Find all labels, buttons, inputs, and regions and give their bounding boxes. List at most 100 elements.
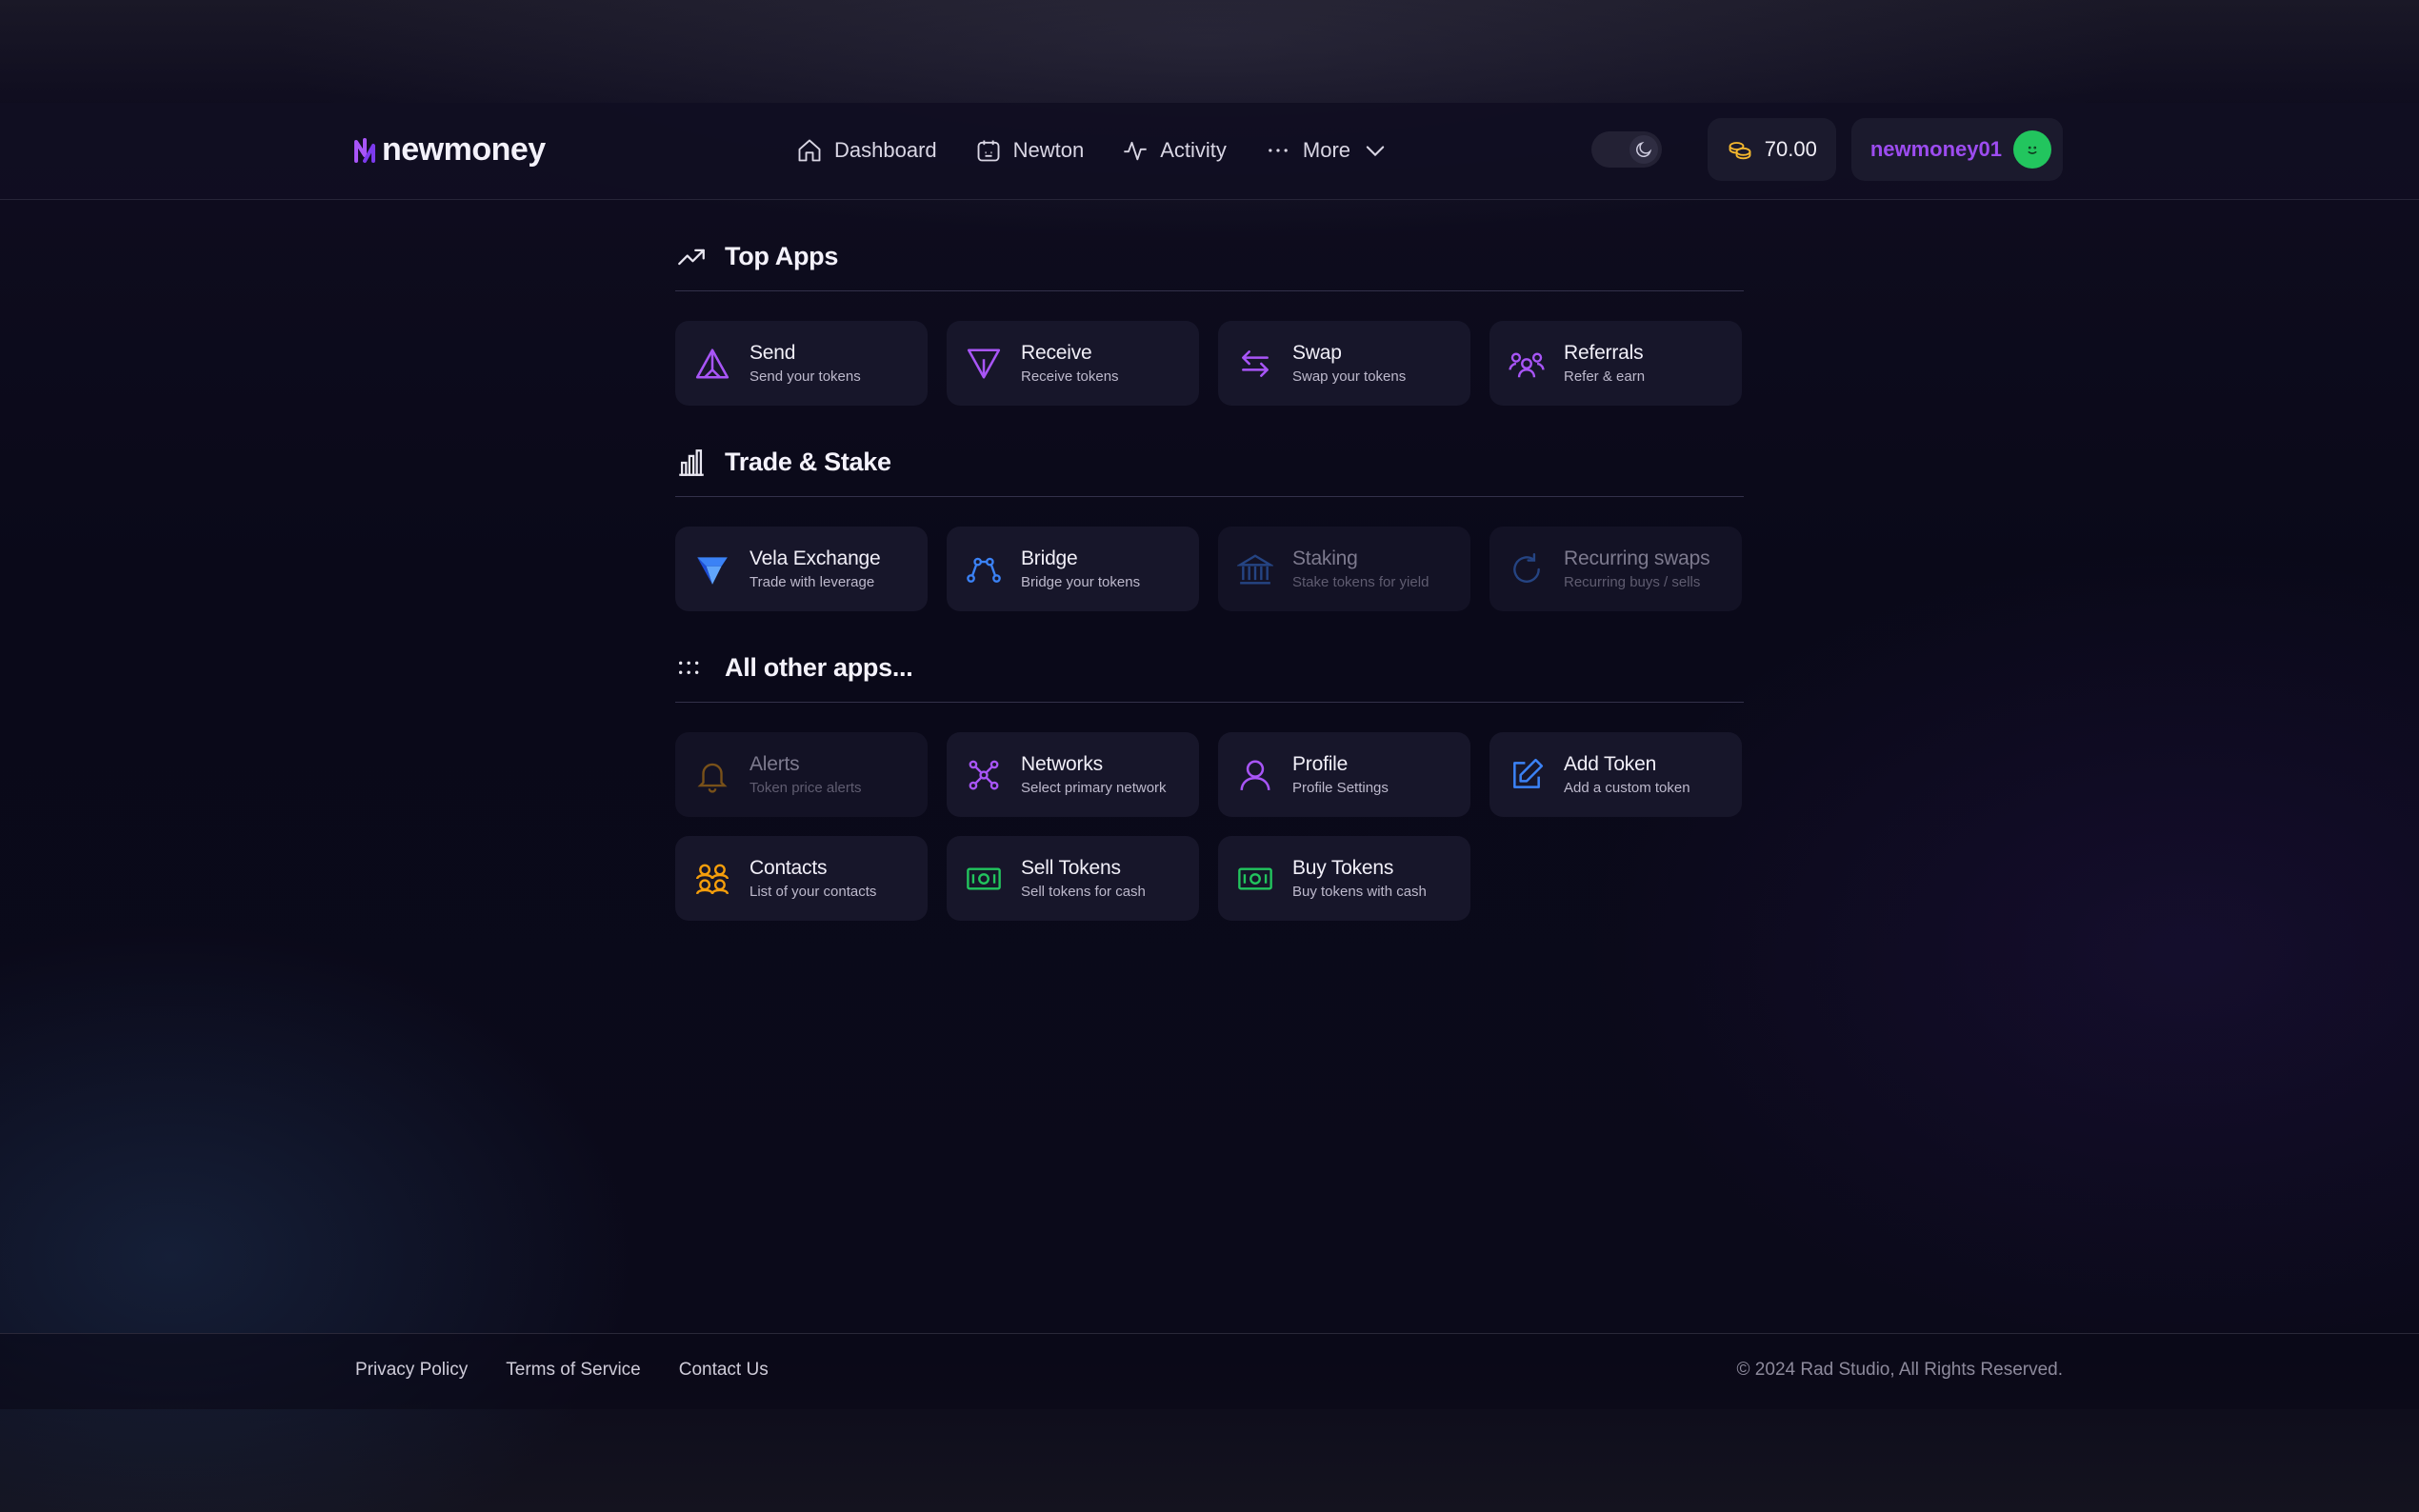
app-name: Buy Tokens [1292,857,1394,879]
app-desc: Trade with leverage [750,574,875,590]
swap-icon [1242,349,1269,377]
theme-toggle-knob [1629,135,1658,164]
app-card-add-token[interactable]: Add Token Add a custom token [1489,732,1742,817]
avatar [2013,130,2051,169]
app-card-profile[interactable]: Profile Profile Settings [1218,732,1470,817]
app-desc: Refer & earn [1564,368,1646,385]
app-name: Referrals [1564,342,1644,364]
app-desc: Swap your tokens [1292,368,1407,385]
app-card-recurring-swaps[interactable]: Recurring swaps Recurring buys / sells [1489,527,1742,611]
app-name: Bridge [1021,547,1078,569]
dots-icon [1269,149,1288,152]
bridge-icon [967,557,1001,583]
nav-dashboard-label: Dashboard [834,138,937,162]
vela-logo-icon [697,556,728,585]
contact-us-link[interactable]: Contact Us [679,1360,769,1381]
app-card-receive[interactable]: Receive Receive tokens [947,321,1199,406]
main-nav: Dashboard Newton Activity More [796,131,1427,169]
app-card-vela-exchange[interactable]: Vela Exchange Trade with leverage [675,527,928,611]
bank-icon [1237,553,1273,584]
nav-newton[interactable]: Newton [975,137,1084,164]
app-card-referrals[interactable]: Referrals Refer & earn [1489,321,1742,406]
section-header: All other apps... [675,611,1744,703]
chevron-down-icon [1366,146,1385,157]
section-title: All other apps... [725,653,913,682]
app-card-staking[interactable]: Staking Stake tokens for yield [1218,527,1470,611]
app-grid: Vela Exchange Trade with leverage Bridge B… [675,527,1744,611]
app-desc: Select primary network [1021,780,1167,796]
app-desc: Sell tokens for cash [1021,884,1146,900]
network-icon [969,760,999,789]
brand-name: newmoney [382,131,546,168]
top-navbar: newmoney Dashboard Newton Activity More [0,103,2419,200]
app-name: Vela Exchange [750,547,881,569]
nav-activity[interactable]: Activity [1122,137,1227,164]
balance-amount: 70.00 [1764,137,1817,161]
app-name: Recurring swaps [1564,547,1710,569]
footer-links: Privacy Policy Terms of Service Contact … [355,1360,769,1381]
app-desc: List of your contacts [750,884,877,900]
nav-right-group: 70.00 newmoney01 [1590,118,2063,181]
app-desc: Profile Settings [1292,780,1389,796]
smiley-icon [2028,146,2037,154]
privacy-policy-link[interactable]: Privacy Policy [355,1360,468,1381]
app-name: Receive [1021,342,1092,364]
nav-more[interactable]: More [1265,137,1389,164]
footer: Privacy Policy Terms of Service Contact … [0,1333,2419,1409]
app-name: Profile [1292,753,1349,775]
app-desc: Receive tokens [1021,368,1119,385]
app-card-buy-tokens[interactable]: Buy Tokens Buy tokens with cash [1218,836,1470,921]
user-icon [1240,759,1270,790]
app-card-swap[interactable]: Swap Swap your tokens [1218,321,1470,406]
app-name: Networks [1021,753,1103,775]
terms-of-service-link[interactable]: Terms of Service [506,1360,640,1381]
coins-icon [1729,142,1751,160]
cash-icon [1238,867,1272,889]
app-name: Send [750,342,796,364]
app-name: Alerts [750,753,800,775]
newmoney-logo-icon [354,137,375,163]
app-card-sell-tokens[interactable]: Sell Tokens Sell tokens for cash [947,836,1199,921]
nav-activity-label: Activity [1160,138,1227,162]
bell-icon [697,763,728,793]
copyright-text: © 2024 Rad Studio, All Rights Reserved. [1736,1360,2063,1380]
theme-toggle[interactable] [1590,131,1662,168]
refresh-icon [1513,552,1540,583]
apps-main: Top Apps Send Send your tokens Receive Rec… [675,200,1744,921]
brand-logo[interactable]: newmoney [353,131,546,169]
section-header: Top Apps [675,200,1744,291]
calendar-icon [977,140,1000,162]
app-desc: Add a custom token [1564,780,1690,796]
balance-chip[interactable]: 70.00 [1707,118,1836,181]
app-card-contacts[interactable]: Contacts List of your contacts [675,836,928,921]
activity-icon [1124,141,1147,161]
app-desc: Buy tokens with cash [1292,884,1427,900]
home-icon [798,139,821,162]
app-card-networks[interactable]: Networks Select primary network [947,732,1199,817]
app-name: Contacts [750,857,828,879]
section-title: Top Apps [725,242,839,270]
nav-more-label: More [1302,138,1351,162]
app-card-send[interactable]: Send Send your tokens [675,321,928,406]
app-name: Swap [1292,342,1342,364]
section-other-apps: All other apps... Alerts Token price aler… [675,611,1744,921]
app-card-alerts[interactable]: Alerts Token price alerts [675,732,928,817]
send-icon [695,348,730,379]
edit-icon [1513,758,1544,788]
nav-dashboard[interactable]: Dashboard [796,137,937,164]
username: newmoney01 [1869,137,2002,161]
app-desc: Bridge your tokens [1021,574,1141,590]
section-header: Trade & Stake [675,406,1744,497]
app-desc: Recurring buys / sells [1564,574,1701,590]
app-desc: Stake tokens for yield [1292,574,1429,590]
section-trade-stake: Trade & Stake Vela Exchange Trade with le… [675,406,1744,611]
user-menu[interactable]: newmoney01 [1850,118,2063,181]
app-name: Staking [1292,547,1358,569]
app-desc: Send your tokens [750,368,861,385]
app-name: Sell Tokens [1021,857,1121,879]
moon-icon [1635,141,1651,157]
contacts-icon [695,864,730,894]
app-card-bridge[interactable]: Bridge Bridge your tokens [947,527,1199,611]
app-desc: Token price alerts [750,780,862,796]
cash-icon [967,867,1001,889]
